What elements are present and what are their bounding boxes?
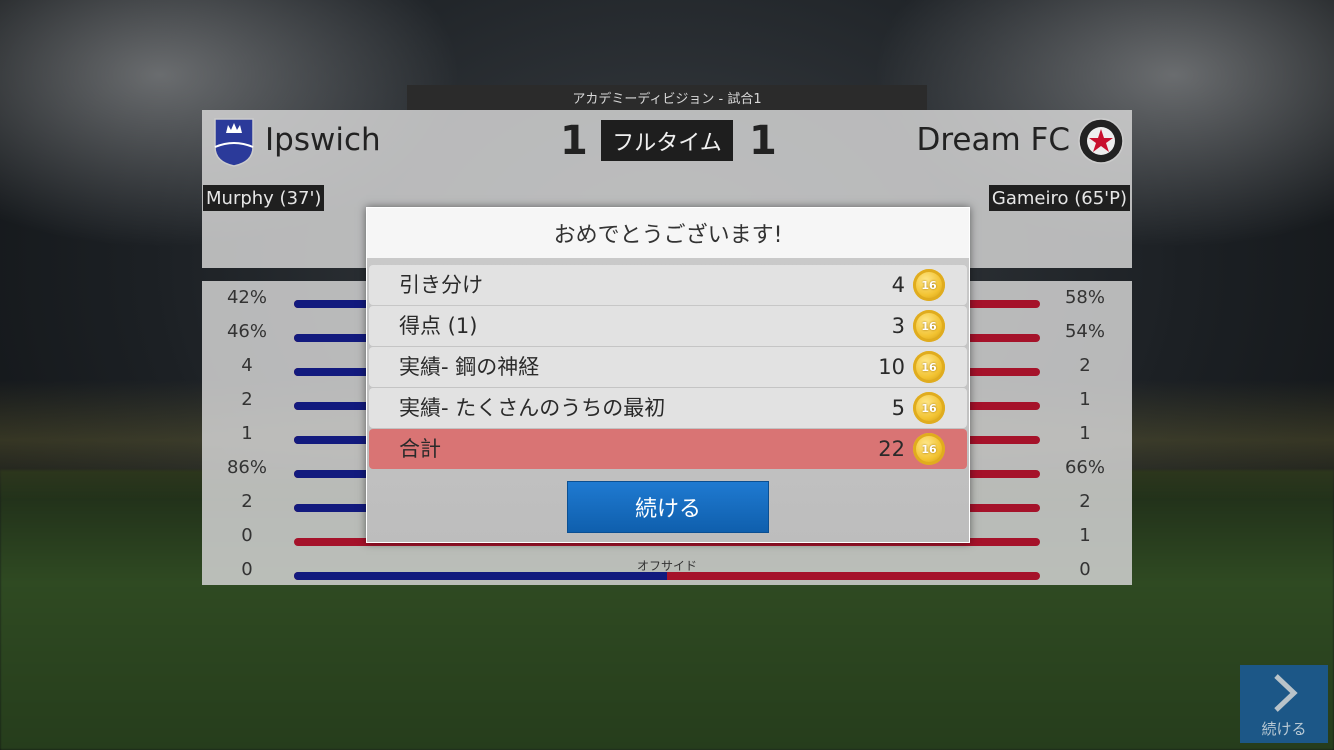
- coin-icon: 16: [913, 269, 945, 301]
- chevron-right-icon: [1274, 674, 1298, 712]
- home-crest-icon: [214, 118, 254, 167]
- reward-row: 実績- たくさんのうちの最初 5 16: [369, 388, 967, 428]
- stat-away-value: 1: [1079, 525, 1091, 546]
- reward-value: 4: [891, 273, 905, 297]
- corner-continue-label: 続ける: [1261, 720, 1307, 738]
- reward-row: 引き分け 4 16: [369, 265, 967, 305]
- coin-icon: 16: [913, 351, 945, 383]
- reward-total-row: 合計 22 16: [369, 429, 967, 469]
- away-scorer: Gameiro (65'P): [988, 185, 1130, 211]
- home-team-name: Ipswich: [265, 122, 381, 158]
- reward-label: 得点 (1): [399, 314, 478, 338]
- coin-icon: 16: [913, 310, 945, 342]
- reward-row: 得点 (1) 3 16: [369, 306, 967, 346]
- home-score: 1: [560, 118, 588, 164]
- stat-home-value: 86%: [226, 457, 267, 478]
- coin-icon: 16: [913, 392, 945, 424]
- stat-home-value: 4: [241, 355, 253, 376]
- stat-away-value: 66%: [1064, 457, 1105, 478]
- reward-value: 3: [891, 314, 905, 338]
- stat-away-value: 1: [1079, 423, 1091, 444]
- total-value: 22: [878, 437, 905, 461]
- stat-bar-home-fill: [294, 572, 667, 580]
- reward-row: 実績- 鋼の神経 10 16: [369, 347, 967, 387]
- match-status: フルタイム: [601, 120, 733, 161]
- away-crest-icon: [1078, 118, 1124, 164]
- stat-away-value: 54%: [1064, 321, 1105, 342]
- stat-home-value: 2: [241, 491, 253, 512]
- stat-home-value: 0: [241, 559, 253, 580]
- stat-bar: [294, 572, 1040, 580]
- away-team-name: Dream FC: [916, 122, 1070, 158]
- division-label: アカデミーディビジョン - 試合1: [407, 85, 927, 110]
- stat-home-value: 0: [241, 525, 253, 546]
- reward-label: 実績- 鋼の神経: [399, 355, 540, 379]
- stat-away-value: 58%: [1064, 287, 1105, 308]
- reward-dialog: おめでとうございます! 引き分け 4 16 得点 (1) 3 16 実績- 鋼の…: [366, 207, 970, 543]
- total-label: 合計: [399, 437, 441, 461]
- corner-continue-button[interactable]: 続ける: [1240, 665, 1328, 743]
- stat-away-value: 2: [1079, 491, 1091, 512]
- coin-icon: 16: [913, 433, 945, 465]
- stat-away-value: 2: [1079, 355, 1091, 376]
- stat-home-value: 42%: [226, 287, 267, 308]
- reward-value: 10: [878, 355, 905, 379]
- stat-home-value: 1: [241, 423, 253, 444]
- reward-label: 実績- たくさんのうちの最初: [399, 396, 666, 420]
- stat-home-value: 2: [241, 389, 253, 410]
- continue-button[interactable]: 続ける: [567, 481, 769, 533]
- stat-away-value: 0: [1079, 559, 1091, 580]
- dialog-title: おめでとうございます!: [367, 208, 969, 258]
- reward-value: 5: [891, 396, 905, 420]
- stat-row: 0 オフサイド 0: [202, 553, 1132, 587]
- away-score: 1: [749, 118, 777, 164]
- home-scorer: Murphy (37'): [203, 185, 325, 211]
- stat-away-value: 1: [1079, 389, 1091, 410]
- stat-home-value: 46%: [226, 321, 267, 342]
- reward-label: 引き分け: [399, 273, 483, 297]
